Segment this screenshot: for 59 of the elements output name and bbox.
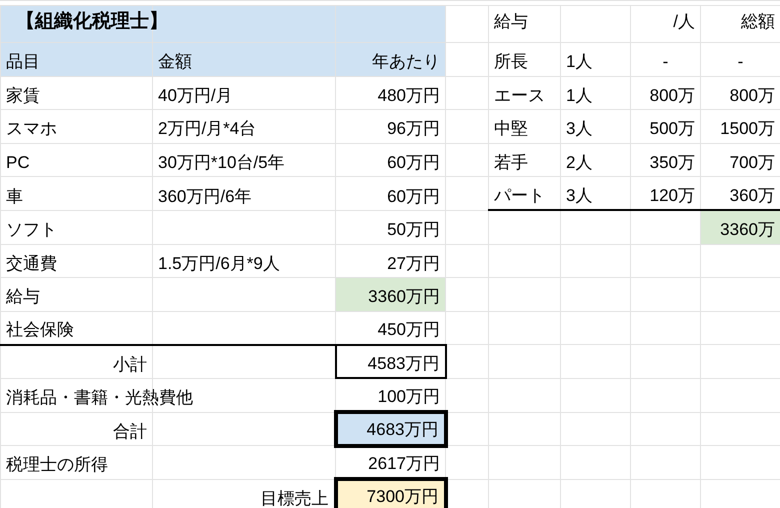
sheet-title: 【組織化税理士】 [15, 11, 168, 34]
cell-value: 車 [6, 186, 24, 207]
cell-value: 税理士の所得 [6, 455, 109, 476]
cell-value: 360万円/6年 [158, 186, 253, 207]
cell-value: 40万円/月 [158, 86, 234, 106]
cell-value: 700万 [728, 152, 775, 174]
cell-value: 家賃 [6, 86, 41, 106]
cell-value: 60万円 [386, 186, 440, 207]
cell-value: ソフト [6, 220, 58, 241]
cell-value: 50万円 [386, 220, 440, 241]
cell-value: 500万 [648, 119, 695, 140]
cell-value: 中堅 [494, 119, 529, 140]
cell-value: 800万 [728, 86, 775, 106]
cell-value: 目標売上 [260, 488, 328, 508]
cell-value: 96万円 [386, 119, 440, 140]
cell-value: 2人 [566, 152, 594, 174]
cell-value: 1人 [566, 86, 594, 106]
cell-value: エース [494, 86, 546, 106]
cell-value: 2万円/月*4台 [158, 119, 258, 140]
cell-value: 7300万円 [366, 487, 438, 508]
cell-value: 30万円*10台/5年 [158, 152, 286, 174]
cell-value: 所長 [494, 52, 529, 73]
cell-value: 27万円 [386, 254, 440, 274]
cell-value: 3人 [566, 186, 594, 206]
cell-value: 120万 [648, 186, 695, 206]
cell-value: 交通費 [6, 254, 58, 274]
cell-value: 1人 [566, 52, 594, 73]
cell-value: 450万円 [376, 320, 440, 341]
cell-value: 800万 [648, 86, 695, 106]
cell-value: 金額 [158, 52, 193, 73]
cell-value: 1.5万円/6月*9人 [158, 254, 281, 274]
cell-value: 給与 [494, 12, 529, 33]
cell-value: 小計 [112, 354, 147, 375]
cell-value: PC [6, 152, 31, 174]
cell-value: パート [494, 186, 546, 206]
cell-value: - [736, 52, 744, 73]
cell-value: 1500万 [719, 119, 775, 140]
cell-value: 360万 [728, 186, 775, 206]
cell-value: 年あたり [371, 52, 440, 73]
cell-value: 2617万円 [367, 454, 440, 474]
cell-value: 4683万円 [366, 420, 438, 441]
cell-value: 合計 [112, 422, 147, 442]
cell-value: - [662, 52, 670, 73]
cell-value: 総額 [740, 12, 775, 33]
cell-value: 4583万円 [366, 354, 440, 374]
cell-value: 350万 [648, 152, 695, 174]
cell-value: 60万円 [386, 152, 440, 174]
cell-value: 3360万円 [367, 287, 440, 308]
cell-value: /人 [672, 12, 695, 33]
cell-value: 3360万 [719, 220, 775, 241]
cell-value: 480万円 [376, 86, 440, 106]
cell-value: 3人 [566, 119, 594, 140]
cell-value: 品目 [6, 52, 41, 73]
cell-value: 社会保険 [6, 320, 75, 341]
cell-value: 100万円 [376, 386, 440, 408]
cell-value: 消耗品・書籍・光熱費他 [6, 388, 193, 409]
cell-value: スマホ [6, 119, 58, 140]
cell-value: 給与 [6, 287, 41, 308]
cell-value: 若手 [494, 152, 529, 174]
